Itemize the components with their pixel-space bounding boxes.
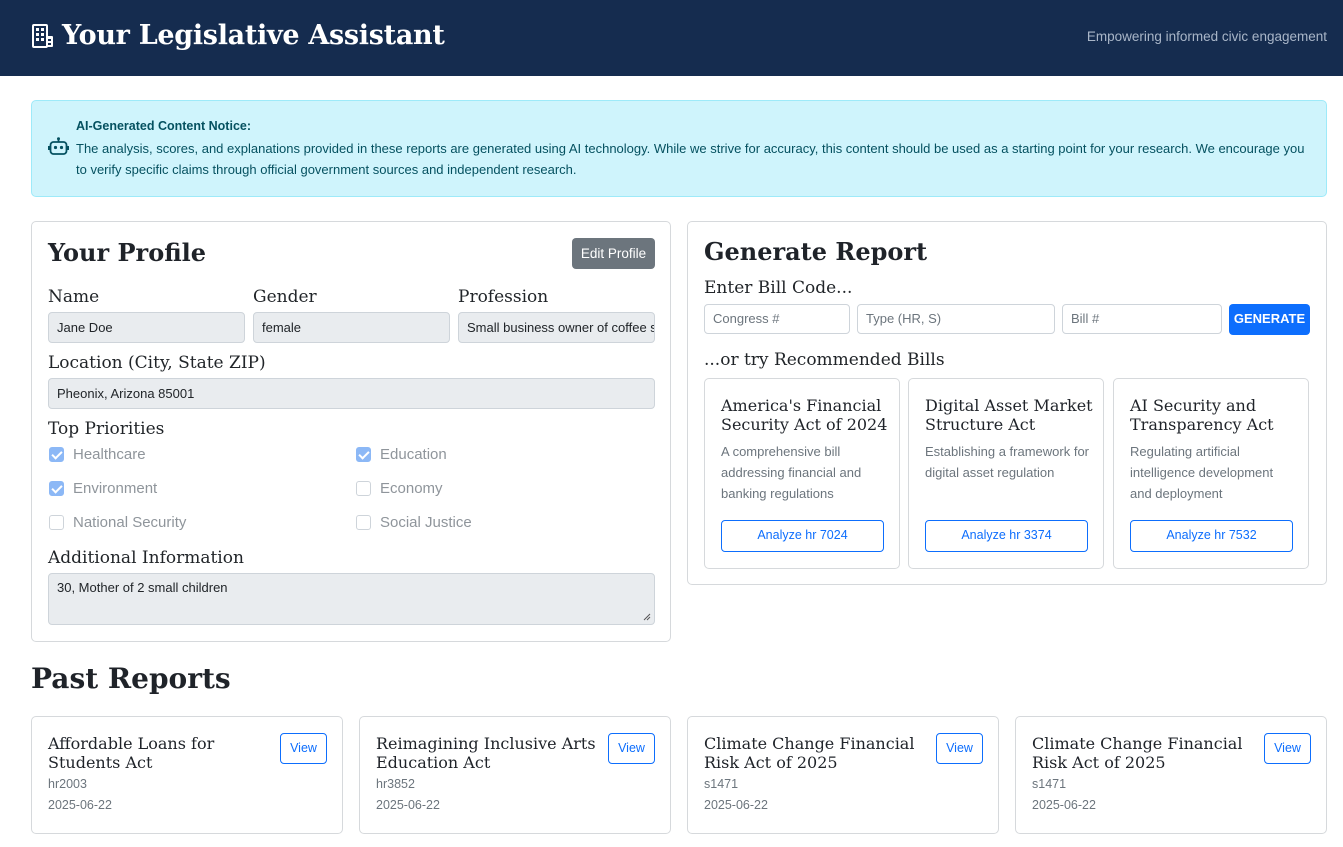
resize-grip-icon[interactable] <box>643 613 651 621</box>
recommended-bill-card: AI Security and Transparency Act Regulat… <box>1113 378 1309 569</box>
tagline: Empowering informed civic engagement <box>1086 29 1327 44</box>
priority-environment[interactable]: Environment <box>49 480 157 497</box>
past-reports-heading: Past Reports <box>31 662 231 695</box>
report-title: Reimagining Inclusive Arts Education Act <box>376 734 596 772</box>
priority-label: Environment <box>73 480 158 497</box>
generate-button[interactable]: GENERATE <box>1229 304 1310 335</box>
bill-title: Digital Asset Market Structure Act <box>925 396 1093 434</box>
gender-field[interactable]: female <box>253 312 450 343</box>
additional-info-textarea[interactable]: 30, Mother of 2 small children <box>48 573 655 625</box>
profile-card: Your Profile Edit Profile Name Jane Doe … <box>31 221 671 642</box>
view-report-button[interactable]: View <box>1264 733 1311 764</box>
robot-icon <box>48 137 69 155</box>
profile-heading: Your Profile <box>48 238 207 267</box>
generate-heading: Generate Report <box>704 237 928 266</box>
priorities-label: Top Priorities <box>48 419 165 439</box>
building-icon <box>32 23 53 48</box>
view-report-button[interactable]: View <box>936 733 983 764</box>
report-title: Climate Change Financial Risk Act of 202… <box>704 734 915 772</box>
priority-label: National Security <box>73 514 187 531</box>
past-report-card: Reimagining Inclusive Arts Education Act… <box>359 716 671 834</box>
name-field[interactable]: Jane Doe <box>48 312 245 343</box>
priority-label: Economy <box>380 480 443 497</box>
report-bill-code: s1471 <box>1032 777 1067 791</box>
past-report-card: Affordable Loans for Students Act View h… <box>31 716 343 834</box>
view-report-button[interactable]: View <box>280 733 327 764</box>
top-navbar: Your Legislative Assistant Empowering in… <box>0 0 1343 76</box>
priority-economy[interactable]: Economy <box>356 480 443 497</box>
analyze-button[interactable]: Analyze hr 7024 <box>721 520 884 552</box>
bill-description: Establishing a framework for digital ass… <box>925 444 1090 480</box>
priority-healthcare[interactable]: Healthcare <box>49 446 146 463</box>
checkbox[interactable] <box>356 515 371 530</box>
location-field[interactable]: Pheonix, Arizona 85001 <box>48 378 655 409</box>
ai-notice-alert: AI-Generated Content Notice: The analysi… <box>31 100 1327 197</box>
bill-title: America's Financial Security Act of 2024 <box>721 396 888 434</box>
additional-info-text: 30, Mother of 2 small children <box>57 580 228 595</box>
checkbox[interactable] <box>49 481 64 496</box>
bill-number-input[interactable]: Bill # <box>1062 304 1222 334</box>
profession-field[interactable]: Small business owner of coffee shop <box>458 312 655 343</box>
past-report-card: Climate Change Financial Risk Act of 202… <box>687 716 999 834</box>
checkbox[interactable] <box>356 447 371 462</box>
app-title: Your Legislative Assistant <box>62 20 445 51</box>
bill-title: AI Security and Transparency Act <box>1130 396 1274 434</box>
recommended-label: ...or try Recommended Bills <box>704 350 945 370</box>
location-label: Location (City, State ZIP) <box>48 353 266 373</box>
priority-social-justice[interactable]: Social Justice <box>356 514 472 531</box>
recommended-bill-card: Digital Asset Market Structure Act Estab… <box>908 378 1104 569</box>
recommended-bill-card: America's Financial Security Act of 2024… <box>704 378 900 569</box>
view-report-button[interactable]: View <box>608 733 655 764</box>
name-label: Name <box>48 287 100 307</box>
profession-label: Profession <box>458 287 549 307</box>
report-date: 2025-06-22 <box>48 798 112 812</box>
bill-description: Regulating artificial intelligence devel… <box>1130 444 1274 501</box>
report-bill-code: s1471 <box>704 777 739 791</box>
checkbox[interactable] <box>49 515 64 530</box>
priority-label: Healthcare <box>73 446 146 463</box>
report-date: 2025-06-22 <box>1032 798 1096 812</box>
analyze-button[interactable]: Analyze hr 7532 <box>1130 520 1293 552</box>
gender-label: Gender <box>253 287 317 307</box>
report-title: Climate Change Financial Risk Act of 202… <box>1032 734 1243 772</box>
checkbox[interactable] <box>49 447 64 462</box>
notice-text: The analysis, scores, and explanations p… <box>76 141 1305 177</box>
notice-title: AI-Generated Content Notice: <box>76 119 252 133</box>
bill-type-input[interactable]: Type (HR, S) <box>857 304 1055 334</box>
checkbox[interactable] <box>356 481 371 496</box>
report-title: Affordable Loans for Students Act <box>48 734 215 772</box>
report-date: 2025-06-22 <box>376 798 440 812</box>
brand[interactable]: Your Legislative Assistant <box>32 20 445 51</box>
report-bill-code: hr3852 <box>376 777 415 791</box>
priority-national-security[interactable]: National Security <box>49 514 186 531</box>
congress-input[interactable]: Congress # <box>704 304 850 334</box>
priority-label: Education <box>380 446 447 463</box>
priority-label: Social Justice <box>380 514 472 531</box>
analyze-button[interactable]: Analyze hr 3374 <box>925 520 1088 552</box>
report-date: 2025-06-22 <box>704 798 768 812</box>
priority-education[interactable]: Education <box>356 446 447 463</box>
edit-profile-button[interactable]: Edit Profile <box>572 238 655 269</box>
past-report-card: Climate Change Financial Risk Act of 202… <box>1015 716 1327 834</box>
additional-info-label: Additional Information <box>48 548 244 568</box>
report-bill-code: hr2003 <box>48 777 87 791</box>
bill-description: A comprehensive bill addressing financia… <box>721 444 862 501</box>
enter-bill-label: Enter Bill Code... <box>704 278 853 298</box>
